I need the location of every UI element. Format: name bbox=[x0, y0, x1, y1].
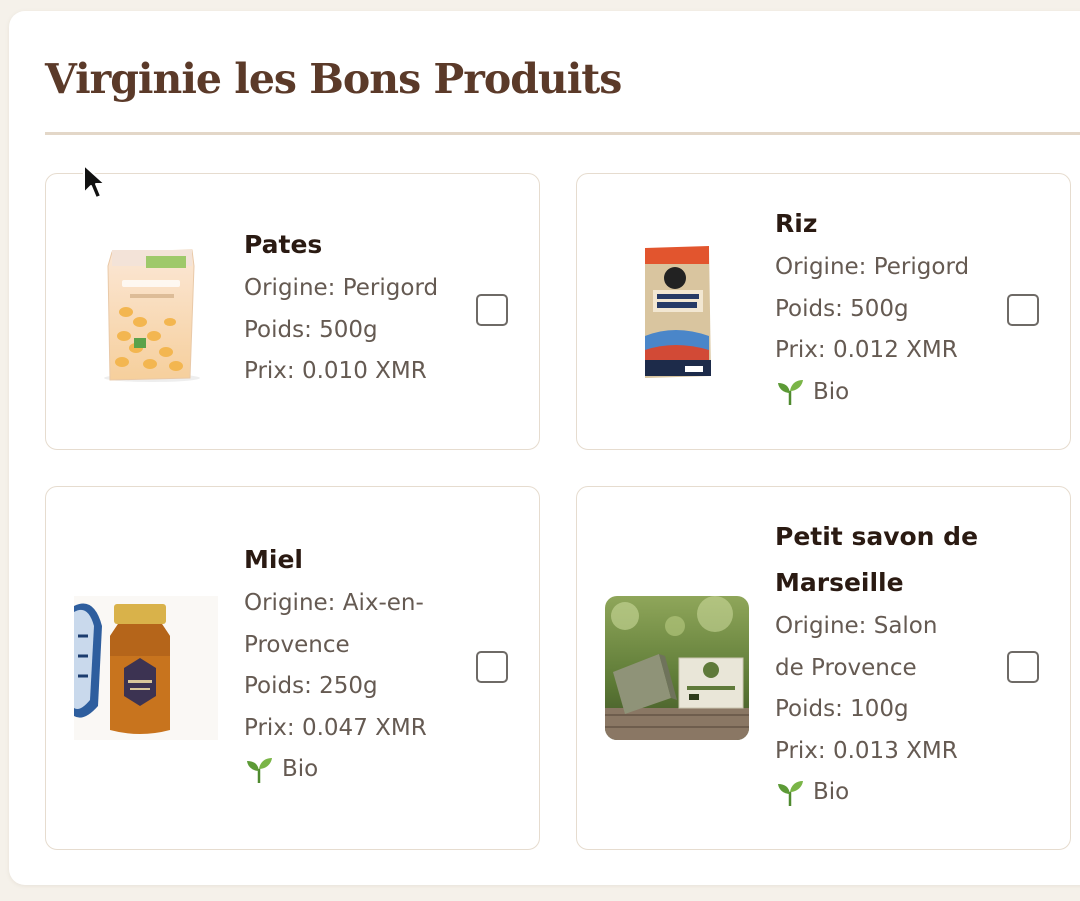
bio-badge: Bio bbox=[775, 372, 1000, 414]
rice-bag-image bbox=[605, 240, 749, 384]
product-price: Prix: 0.012 XMR bbox=[775, 337, 958, 363]
bio-label: Bio bbox=[282, 756, 319, 782]
product-card-savon: Petit savon de Marseille Origine: Salon … bbox=[576, 486, 1071, 850]
product-name: Miel bbox=[244, 545, 303, 574]
mouse-cursor-icon bbox=[83, 164, 106, 199]
bio-badge: Bio bbox=[775, 772, 1000, 814]
sprout-icon bbox=[778, 780, 803, 806]
product-price: Prix: 0.010 XMR bbox=[244, 358, 427, 384]
product-name-line1: Petit savon de bbox=[775, 522, 979, 551]
product-name-line2: Marseille bbox=[775, 568, 904, 597]
product-card-pates: Pates Origine: Perigord Poids: 500g Prix… bbox=[45, 173, 540, 450]
product-weight: Poids: 250g bbox=[244, 673, 378, 699]
title-divider bbox=[45, 132, 1080, 135]
bio-label: Bio bbox=[813, 378, 850, 405]
product-name: Riz bbox=[775, 209, 818, 238]
product-origin-line2: de Provence bbox=[775, 654, 917, 681]
product-card-miel: Miel Origine: Aix-en- Provence Poids: 25… bbox=[45, 486, 540, 850]
product-name: Pates bbox=[244, 230, 323, 259]
product-origin-line1: Origine: Aix-en- bbox=[244, 590, 424, 616]
product-origin: Origine: Perigord bbox=[244, 275, 439, 301]
sprout-icon bbox=[778, 380, 803, 406]
product-price: Prix: 0.013 XMR bbox=[775, 737, 958, 764]
soap-image bbox=[605, 596, 749, 740]
product-card-riz: Riz Origine: Perigord Poids: 500g Prix: … bbox=[576, 173, 1071, 450]
pasta-bag-image bbox=[74, 240, 218, 384]
select-checkbox-pates[interactable] bbox=[476, 294, 508, 326]
product-weight: Poids: 100g bbox=[775, 696, 909, 722]
product-origin-line1: Origine: Salon bbox=[775, 613, 938, 639]
bio-label: Bio bbox=[813, 779, 850, 805]
bio-badge: Bio bbox=[244, 749, 469, 791]
product-origin: Origine: Perigord bbox=[775, 254, 970, 280]
product-weight: Poids: 500g bbox=[775, 295, 909, 322]
select-checkbox-riz[interactable] bbox=[1007, 294, 1039, 326]
sprout-icon bbox=[247, 757, 272, 783]
product-weight: Poids: 500g bbox=[244, 316, 378, 343]
product-origin-line2: Provence bbox=[244, 631, 350, 658]
honey-jar-image bbox=[74, 596, 218, 740]
shop-title: Virginie les Bons Produits bbox=[45, 55, 622, 103]
product-price: Prix: 0.047 XMR bbox=[244, 714, 427, 741]
select-checkbox-savon[interactable] bbox=[1007, 651, 1039, 683]
select-checkbox-miel[interactable] bbox=[476, 651, 508, 683]
